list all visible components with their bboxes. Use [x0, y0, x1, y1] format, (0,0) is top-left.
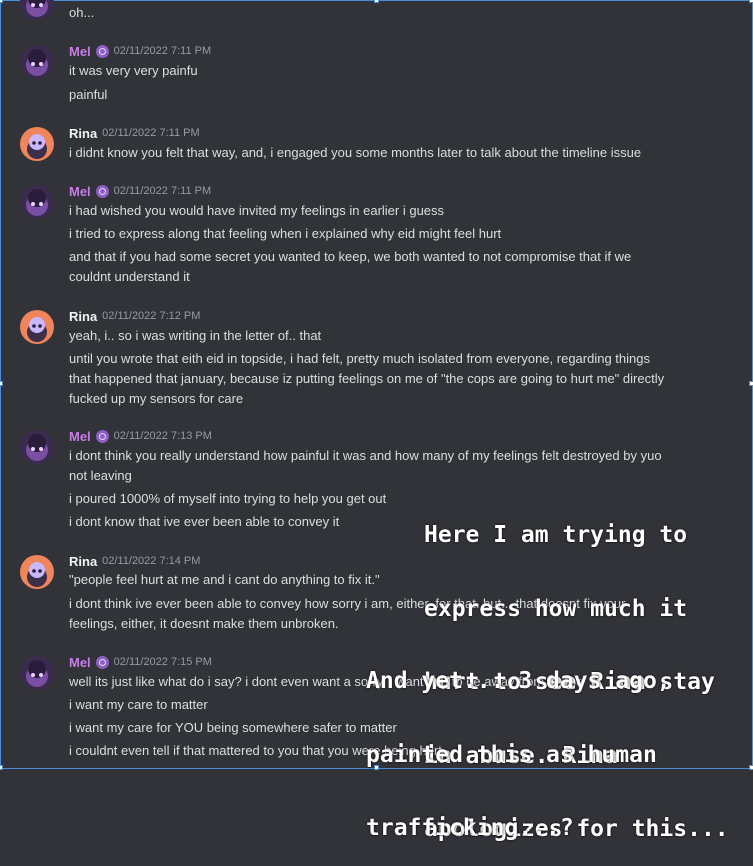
nitro-badge-icon: [95, 184, 109, 198]
message-header: Mel 02/11/2022 7:11 PM: [69, 182, 211, 200]
rina-avatar-icon[interactable]: [20, 310, 54, 344]
author-name[interactable]: Rina: [69, 554, 97, 569]
resize-handle-top-right[interactable]: [749, 0, 753, 3]
overlay-line: trafficking...?: [366, 815, 574, 841]
timestamp: 02/11/2022 7:13 PM: [113, 430, 212, 442]
resize-handle-right[interactable]: [749, 381, 753, 386]
mel-avatar-icon[interactable]: [20, 430, 54, 464]
resize-handle-left[interactable]: [0, 381, 3, 386]
message-line: i tried to express along that feeling wh…: [69, 226, 502, 241]
timestamp: 02/11/2022 7:12 PM: [102, 310, 201, 322]
message-header: Rina 02/11/2022 7:11 PM: [69, 124, 200, 142]
message-line: and that if you had some secret you want…: [69, 249, 632, 264]
message-header: Mel 02/11/2022 7:15 PM: [69, 653, 212, 671]
timestamp: 02/11/2022 7:11 PM: [113, 185, 212, 197]
overlay-line: express how much it: [424, 595, 688, 622]
overlay-line: And yet... 3 days ago,: [366, 668, 671, 694]
message-line: that happened that january, because iz p…: [69, 371, 665, 386]
message-line: until you wrote that eith eid in topside…: [69, 351, 650, 366]
annotation-overlay-second: And yet... 3 days ago, painted this as h…: [366, 620, 671, 865]
author-name[interactable]: Mel: [69, 655, 91, 670]
mel-avatar-icon[interactable]: [20, 656, 54, 690]
mel-avatar-icon[interactable]: [20, 45, 54, 79]
message-header: Rina 02/11/2022 7:14 PM: [69, 552, 200, 570]
timestamp: 02/11/2022 7:11 PM: [102, 127, 200, 139]
message-line: oh...: [69, 5, 95, 20]
author-name[interactable]: Mel: [69, 184, 91, 199]
timestamp: 02/11/2022 7:14 PM: [102, 555, 201, 567]
author-name[interactable]: Rina: [69, 309, 97, 324]
timestamp: 02/11/2022 7:11 PM: [113, 45, 212, 57]
rina-avatar-icon[interactable]: [20, 127, 54, 161]
message-header: Mel 02/11/2022 7:13 PM: [69, 427, 212, 445]
message-line: painful: [69, 87, 108, 102]
nitro-badge-icon: [95, 655, 109, 669]
overlay-line: Here I am trying to: [424, 522, 688, 548]
author-name[interactable]: Rina: [69, 126, 97, 141]
message-line: i didnt know you felt that way, and, i e…: [69, 145, 642, 160]
message-header: Mel 02/11/2022 7:11 PM: [69, 42, 211, 60]
timestamp: 02/11/2022 7:15 PM: [113, 656, 212, 668]
message-line: fucked up my sensors for care: [69, 391, 244, 406]
resize-handle-bottom-left[interactable]: [0, 765, 3, 770]
mel-avatar-icon[interactable]: [20, 185, 54, 219]
author-name[interactable]: Mel: [69, 429, 91, 444]
message-line: i had wished you would have invited my f…: [69, 203, 445, 218]
message-line: yeah, i.. so i was writing in the letter…: [69, 328, 322, 343]
resize-handle-bottom-right[interactable]: [749, 765, 753, 770]
rina-avatar-icon[interactable]: [20, 555, 54, 589]
message-header: Rina 02/11/2022 7:12 PM: [69, 307, 200, 325]
author-name[interactable]: Mel: [69, 44, 91, 59]
message-line: couldnt understand it: [69, 269, 190, 284]
resize-handle-top-left[interactable]: [0, 0, 3, 3]
message-line: i dont think you really understand how p…: [69, 448, 662, 463]
overlay-line: painted this as human: [366, 741, 657, 768]
message-line: it was very very painfu: [69, 63, 198, 78]
nitro-badge-icon: [95, 429, 109, 443]
nitro-badge-icon: [95, 44, 109, 58]
